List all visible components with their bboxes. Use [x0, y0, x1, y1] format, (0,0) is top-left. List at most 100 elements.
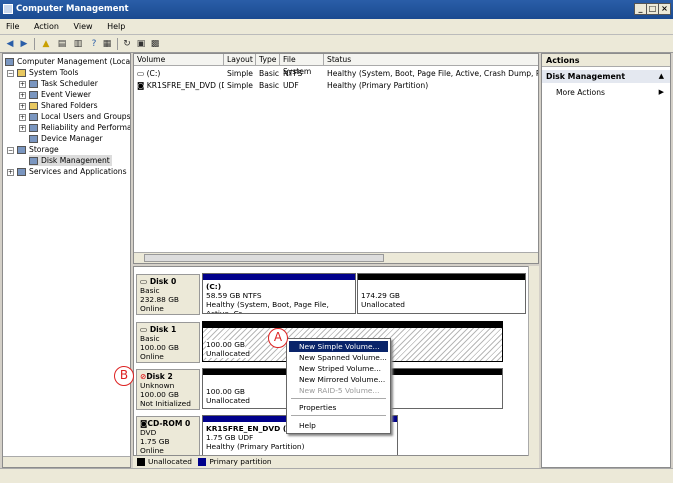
console-tree: Computer Management (Local) − System Tool… — [2, 53, 131, 468]
close-button[interactable]: × — [658, 3, 671, 15]
event-viewer-icon — [29, 91, 38, 99]
properties-item[interactable]: Properties — [289, 402, 388, 413]
tree-item-services[interactable]: + Services and Applications — [7, 166, 127, 177]
legend-primary-swatch — [198, 458, 207, 466]
help-icon[interactable]: ? — [88, 38, 100, 50]
menu-help[interactable]: Help — [101, 19, 131, 35]
tree-item-local-users[interactable]: + Local Users and Groups — [19, 111, 130, 122]
tools-icon — [17, 69, 26, 77]
show-hide-tree-icon[interactable]: ▤ — [56, 38, 68, 50]
computer-management-icon — [3, 4, 13, 14]
expand-icon[interactable]: + — [19, 80, 26, 88]
collapse-icon[interactable]: − — [7, 146, 14, 154]
disk-settings-icon[interactable]: ▣ — [135, 38, 147, 50]
menu-file[interactable]: File — [0, 19, 25, 35]
layout-cell: Simple — [227, 81, 253, 90]
tree-item-storage[interactable]: − Storage — [7, 144, 59, 155]
menu-view[interactable]: View — [68, 19, 99, 35]
menu-bar: File Action View Help — [0, 19, 673, 35]
collapse-icon[interactable]: − — [7, 69, 14, 77]
window-title: Computer Management — [16, 4, 129, 14]
collapse-arrow-icon[interactable]: ▲ — [659, 70, 664, 83]
more-actions-item[interactable]: More Actions ▶ — [542, 86, 670, 99]
disk-0-unallocated[interactable]: 174.29 GB Unallocated — [357, 273, 526, 314]
submenu-arrow-icon: ▶ — [658, 88, 664, 96]
disk-pane-vertical-scrollbar[interactable] — [528, 266, 539, 456]
tree-item-reliability[interactable]: + Reliability and Performanc — [19, 122, 130, 133]
tree-horizontal-scrollbar[interactable] — [3, 456, 130, 467]
expand-icon[interactable]: + — [19, 102, 26, 110]
unallocated-bar — [358, 274, 525, 280]
column-header-volume[interactable]: Volume — [134, 54, 224, 66]
actions-section-disk-management[interactable]: Disk Management ▲ — [542, 70, 670, 83]
unallocated-bar — [203, 322, 502, 328]
disk-view-icon[interactable]: ▩ — [149, 38, 161, 50]
task-scheduler-icon — [29, 80, 38, 88]
new-mirrored-volume-item[interactable]: New Mirrored Volume... — [289, 374, 388, 385]
disk-2-label[interactable]: ⊘Disk 2 Unknown 100.00 GB Not Initialize… — [136, 369, 200, 410]
volume-name-cell: ▭ (C:) — [137, 69, 161, 78]
column-header-file-system[interactable]: File System — [280, 54, 324, 76]
tree-item-shared-folders[interactable]: + Shared Folders — [19, 100, 98, 111]
actions-pane: Actions Disk Management ▲ More Actions ▶ — [541, 53, 671, 468]
users-icon — [29, 113, 38, 121]
expand-icon[interactable]: + — [19, 124, 26, 132]
volume-name-cell: ◙ KR1SFRE_EN_DVD (D:) — [137, 81, 224, 90]
title-bar: Computer Management _ □ × — [0, 0, 673, 19]
toolbar-divider — [34, 38, 35, 50]
scrollbar-thumb[interactable] — [144, 254, 384, 262]
type-cell: Basic — [259, 81, 280, 90]
expand-icon[interactable]: + — [7, 168, 14, 176]
column-header-type[interactable]: Type — [256, 54, 280, 66]
partition-c[interactable]: (C:) 58.59 GB NTFS Healthy (System, Boot, … — [202, 273, 356, 314]
show-hide-action-pane-icon[interactable]: ▦ — [101, 38, 113, 50]
shared-folders-icon — [29, 102, 38, 110]
toolbar: ◀ ▶ ▲ ▤ ▥ ? ▦ ↻ ▣ ▩ — [0, 35, 673, 53]
refresh-icon[interactable]: ↻ — [121, 38, 133, 50]
column-header-status[interactable]: Status — [324, 54, 538, 66]
legend-unallocated-swatch — [137, 458, 145, 466]
new-simple-volume-item[interactable]: New Simple Volume... — [289, 341, 388, 352]
type-cell: Basic — [259, 69, 280, 78]
tree-item-event-viewer[interactable]: + Event Viewer — [19, 89, 91, 100]
menu-separator — [291, 415, 386, 416]
status-cell: Healthy (Primary Partition) — [327, 81, 429, 90]
help-item[interactable]: Help — [289, 420, 388, 431]
status-bar — [0, 468, 673, 483]
menu-separator — [291, 398, 386, 399]
status-cell: Healthy (System, Boot, Page File, Active… — [327, 69, 538, 78]
layout-cell: Simple — [227, 69, 253, 78]
callout-a: A — [268, 328, 288, 348]
column-header-layout[interactable]: Layout — [224, 54, 256, 66]
storage-icon — [17, 146, 26, 154]
callout-b: B — [114, 366, 134, 386]
new-spanned-volume-item[interactable]: New Spanned Volume... — [289, 352, 388, 363]
disk-0-label[interactable]: ▭ Disk 0 Basic 232.88 GB Online — [136, 274, 200, 315]
new-raid5-volume-item[interactable]: New RAID-5 Volume... — [289, 385, 388, 396]
computer-icon — [5, 58, 14, 66]
back-arrow-icon[interactable]: ◀ — [4, 38, 16, 50]
tree-item-device-manager[interactable]: Device Manager — [29, 133, 103, 144]
new-striped-volume-item[interactable]: New Striped Volume... — [289, 363, 388, 374]
properties-icon[interactable]: ▥ — [72, 38, 84, 50]
toolbar-divider — [117, 38, 118, 50]
disk-1-label[interactable]: ▭ Disk 1 Basic 100.00 GB Online — [136, 322, 200, 363]
file-system-cell: UDF — [283, 81, 299, 90]
actions-header: Actions — [542, 54, 670, 67]
cdrom-0-label[interactable]: ◙CD-ROM 0 DVD 1.75 GB Online — [136, 416, 200, 455]
expand-icon[interactable]: + — [19, 113, 26, 121]
file-system-cell: NTFS — [283, 69, 303, 78]
tree-item-system-tools[interactable]: − System Tools — [7, 67, 78, 78]
forward-arrow-icon[interactable]: ▶ — [18, 38, 30, 50]
menu-action[interactable]: Action — [28, 19, 65, 35]
primary-partition-bar — [203, 274, 355, 280]
device-manager-icon — [29, 135, 38, 143]
reliability-icon — [29, 124, 38, 132]
tree-item-task-scheduler[interactable]: + Task Scheduler — [19, 78, 98, 89]
expand-icon[interactable]: + — [19, 91, 26, 99]
services-icon — [17, 168, 26, 176]
up-folder-icon[interactable]: ▲ — [40, 38, 52, 50]
tree-item-root[interactable]: Computer Management (Local) — [5, 56, 130, 67]
list-horizontal-scrollbar[interactable] — [134, 252, 538, 263]
tree-item-disk-management[interactable]: Disk Management — [29, 155, 112, 166]
